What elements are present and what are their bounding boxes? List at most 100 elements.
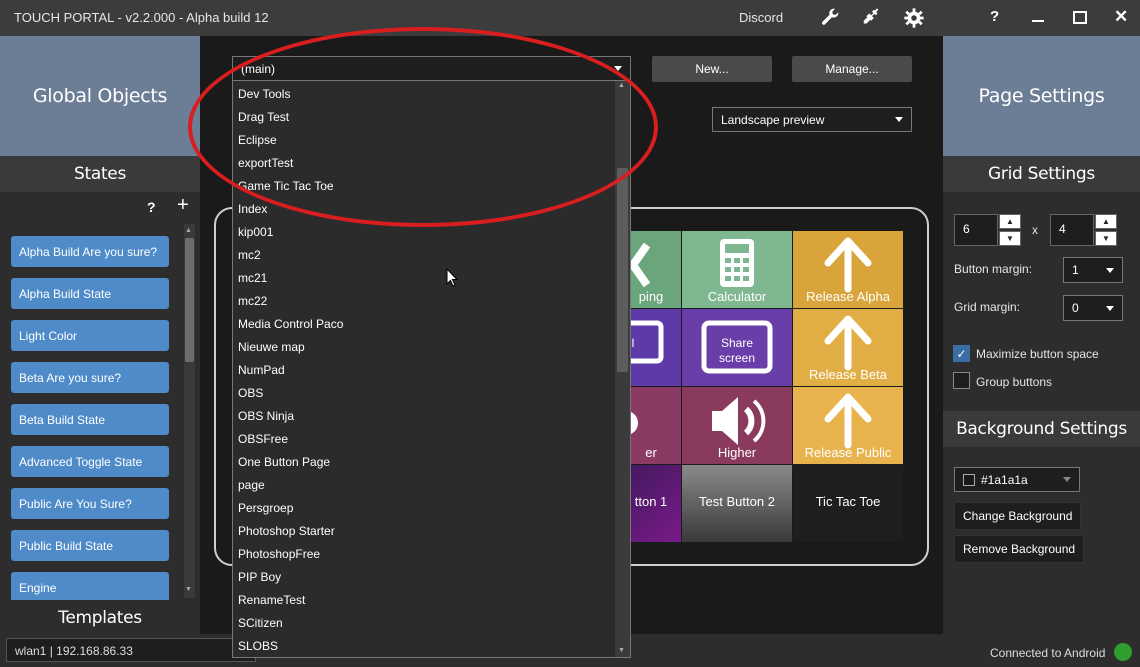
state-item[interactable]: Light Color: [11, 320, 169, 351]
dropdown-item[interactable]: OBSFree: [233, 426, 630, 449]
change-background-button[interactable]: Change Background: [954, 502, 1082, 530]
global-objects-header[interactable]: Global Objects: [0, 36, 200, 156]
dropdown-item[interactable]: One Button Page: [233, 449, 630, 472]
button-margin-select[interactable]: 1: [1063, 257, 1123, 283]
chevron-down-icon: [1063, 477, 1071, 482]
dropdown-item[interactable]: SCitizen: [233, 610, 630, 633]
chevron-up-icon: ▲: [1102, 217, 1110, 226]
scroll-down-icon[interactable]: ▼: [185, 586, 192, 593]
help-button[interactable]: ?: [990, 8, 999, 25]
group-buttons-label: Group buttons: [976, 375, 1053, 389]
state-item[interactable]: Public Build State: [11, 530, 169, 561]
add-state-button[interactable]: +: [177, 194, 189, 217]
preview-select-value: Landscape preview: [721, 112, 825, 127]
color-swatch: [963, 473, 975, 486]
state-item[interactable]: Alpha Build Are you sure?: [11, 236, 169, 267]
connection-status: Connected to Android: [990, 646, 1106, 660]
close-button[interactable]: ✕: [1114, 7, 1128, 27]
columns-down-button[interactable]: ▼: [999, 231, 1021, 246]
share-screen-icon: [701, 320, 773, 374]
maximize-checkbox[interactable]: ✓: [953, 345, 970, 362]
dropdown-item[interactable]: page: [233, 472, 630, 495]
dropdown-item[interactable]: PIP Boy: [233, 564, 630, 587]
dropdown-item[interactable]: mc22: [233, 288, 630, 311]
chevron-down-icon: [1106, 267, 1114, 273]
gear-icon[interactable]: [903, 7, 925, 29]
remove-background-button[interactable]: Remove Background: [954, 535, 1085, 563]
page-settings-header[interactable]: Page Settings: [943, 36, 1140, 156]
group-buttons-checkbox[interactable]: [953, 372, 970, 389]
templates-header[interactable]: Templates: [0, 600, 200, 636]
minimize-button[interactable]: [1032, 20, 1044, 22]
columns-up-button[interactable]: ▲: [999, 214, 1021, 229]
arrow-up-icon: [824, 237, 872, 293]
maximize-button[interactable]: [1073, 11, 1087, 24]
wrench-icon[interactable]: [819, 7, 841, 29]
chevron-down-icon: ▼: [1102, 234, 1110, 243]
state-item[interactable]: Beta Build State: [11, 404, 169, 435]
maximize-label: Maximize button space: [976, 347, 1099, 361]
tile-button[interactable]: Higher: [682, 387, 792, 464]
tile-button[interactable]: Release Alpha: [793, 231, 903, 308]
dropdown-item[interactable]: PhotoshopFree: [233, 541, 630, 564]
states-help-button[interactable]: ?: [147, 199, 156, 215]
grid-margin-label: Grid margin:: [954, 300, 1021, 314]
states-scroll-thumb[interactable]: [185, 238, 194, 362]
tile-button[interactable]: Share screen: [682, 309, 792, 386]
dropdown-item[interactable]: Photoshop Starter: [233, 518, 630, 541]
dropdown-item[interactable]: RenameTest: [233, 587, 630, 610]
rows-down-button[interactable]: ▼: [1095, 231, 1117, 246]
tile-button[interactable]: Release Public: [793, 387, 903, 464]
state-item[interactable]: Beta Are you sure?: [11, 362, 169, 393]
connection-indicator-icon: [1114, 643, 1132, 661]
rows-field[interactable]: 4: [1050, 214, 1094, 246]
checkmark-icon: ✓: [956, 346, 967, 361]
grid-settings-header: Grid Settings: [943, 156, 1140, 192]
annotation-ellipse: [188, 27, 658, 227]
dropdown-item[interactable]: Persgroep: [233, 495, 630, 518]
preview-select[interactable]: Landscape preview: [712, 107, 912, 132]
tile-button[interactable]: Release Beta: [793, 309, 903, 386]
button-margin-label: Button margin:: [954, 262, 1033, 276]
ip-address-select[interactable]: wlan1 | 192.168.86.33: [6, 638, 256, 662]
chevron-down-icon: ▼: [1006, 234, 1014, 243]
scroll-up-icon[interactable]: ▲: [185, 227, 192, 234]
dropdown-item[interactable]: SLOBS: [233, 633, 630, 656]
rows-up-button[interactable]: ▲: [1095, 214, 1117, 229]
new-page-button[interactable]: New...: [652, 56, 772, 82]
chevron-down-icon: [895, 117, 903, 122]
arrow-up-icon: [824, 393, 872, 449]
bg-color-picker[interactable]: #1a1a1a: [954, 467, 1080, 492]
tile-button[interactable]: Tic Tac Toe: [793, 465, 903, 542]
grid-x-label: x: [1032, 223, 1038, 237]
dropdown-item[interactable]: Nieuwe map: [233, 334, 630, 357]
dropdown-item[interactable]: mc21: [233, 265, 630, 288]
state-item[interactable]: Public Are You Sure?: [11, 488, 169, 519]
dropdown-item[interactable]: NumPad: [233, 357, 630, 380]
manage-pages-button[interactable]: Manage...: [792, 56, 912, 82]
states-header: States: [0, 156, 200, 192]
state-item[interactable]: Engine: [11, 572, 169, 603]
dropdown-item[interactable]: Media Control Paco: [233, 311, 630, 334]
chevron-up-icon: ▲: [1006, 217, 1014, 226]
calculator-icon: [720, 239, 754, 287]
columns-field[interactable]: 6: [954, 214, 998, 246]
tile-button[interactable]: Calculator: [682, 231, 792, 308]
scroll-down-icon[interactable]: ▼: [618, 647, 625, 654]
plug-icon[interactable]: [861, 7, 883, 29]
dropdown-item[interactable]: OBS Ninja: [233, 403, 630, 426]
background-settings-header: Background Settings: [943, 411, 1140, 447]
mouse-cursor-icon: [446, 268, 458, 287]
window-title: TOUCH PORTAL - v2.2.000 - Alpha build 12: [14, 10, 269, 25]
discord-link[interactable]: Discord: [739, 10, 783, 25]
state-item[interactable]: Advanced Toggle State: [11, 446, 169, 477]
tile-button[interactable]: Test Button 2: [682, 465, 792, 542]
state-item[interactable]: Alpha Build State: [11, 278, 169, 309]
grid-margin-select[interactable]: 0: [1063, 295, 1123, 321]
volume-up-icon: [712, 397, 766, 445]
arrow-up-icon: [824, 315, 872, 371]
dropdown-item[interactable]: OBS: [233, 380, 630, 403]
dropdown-scroll-thumb[interactable]: [617, 168, 628, 372]
dropdown-item[interactable]: mc2: [233, 242, 630, 265]
chevron-down-icon: [1106, 305, 1114, 311]
